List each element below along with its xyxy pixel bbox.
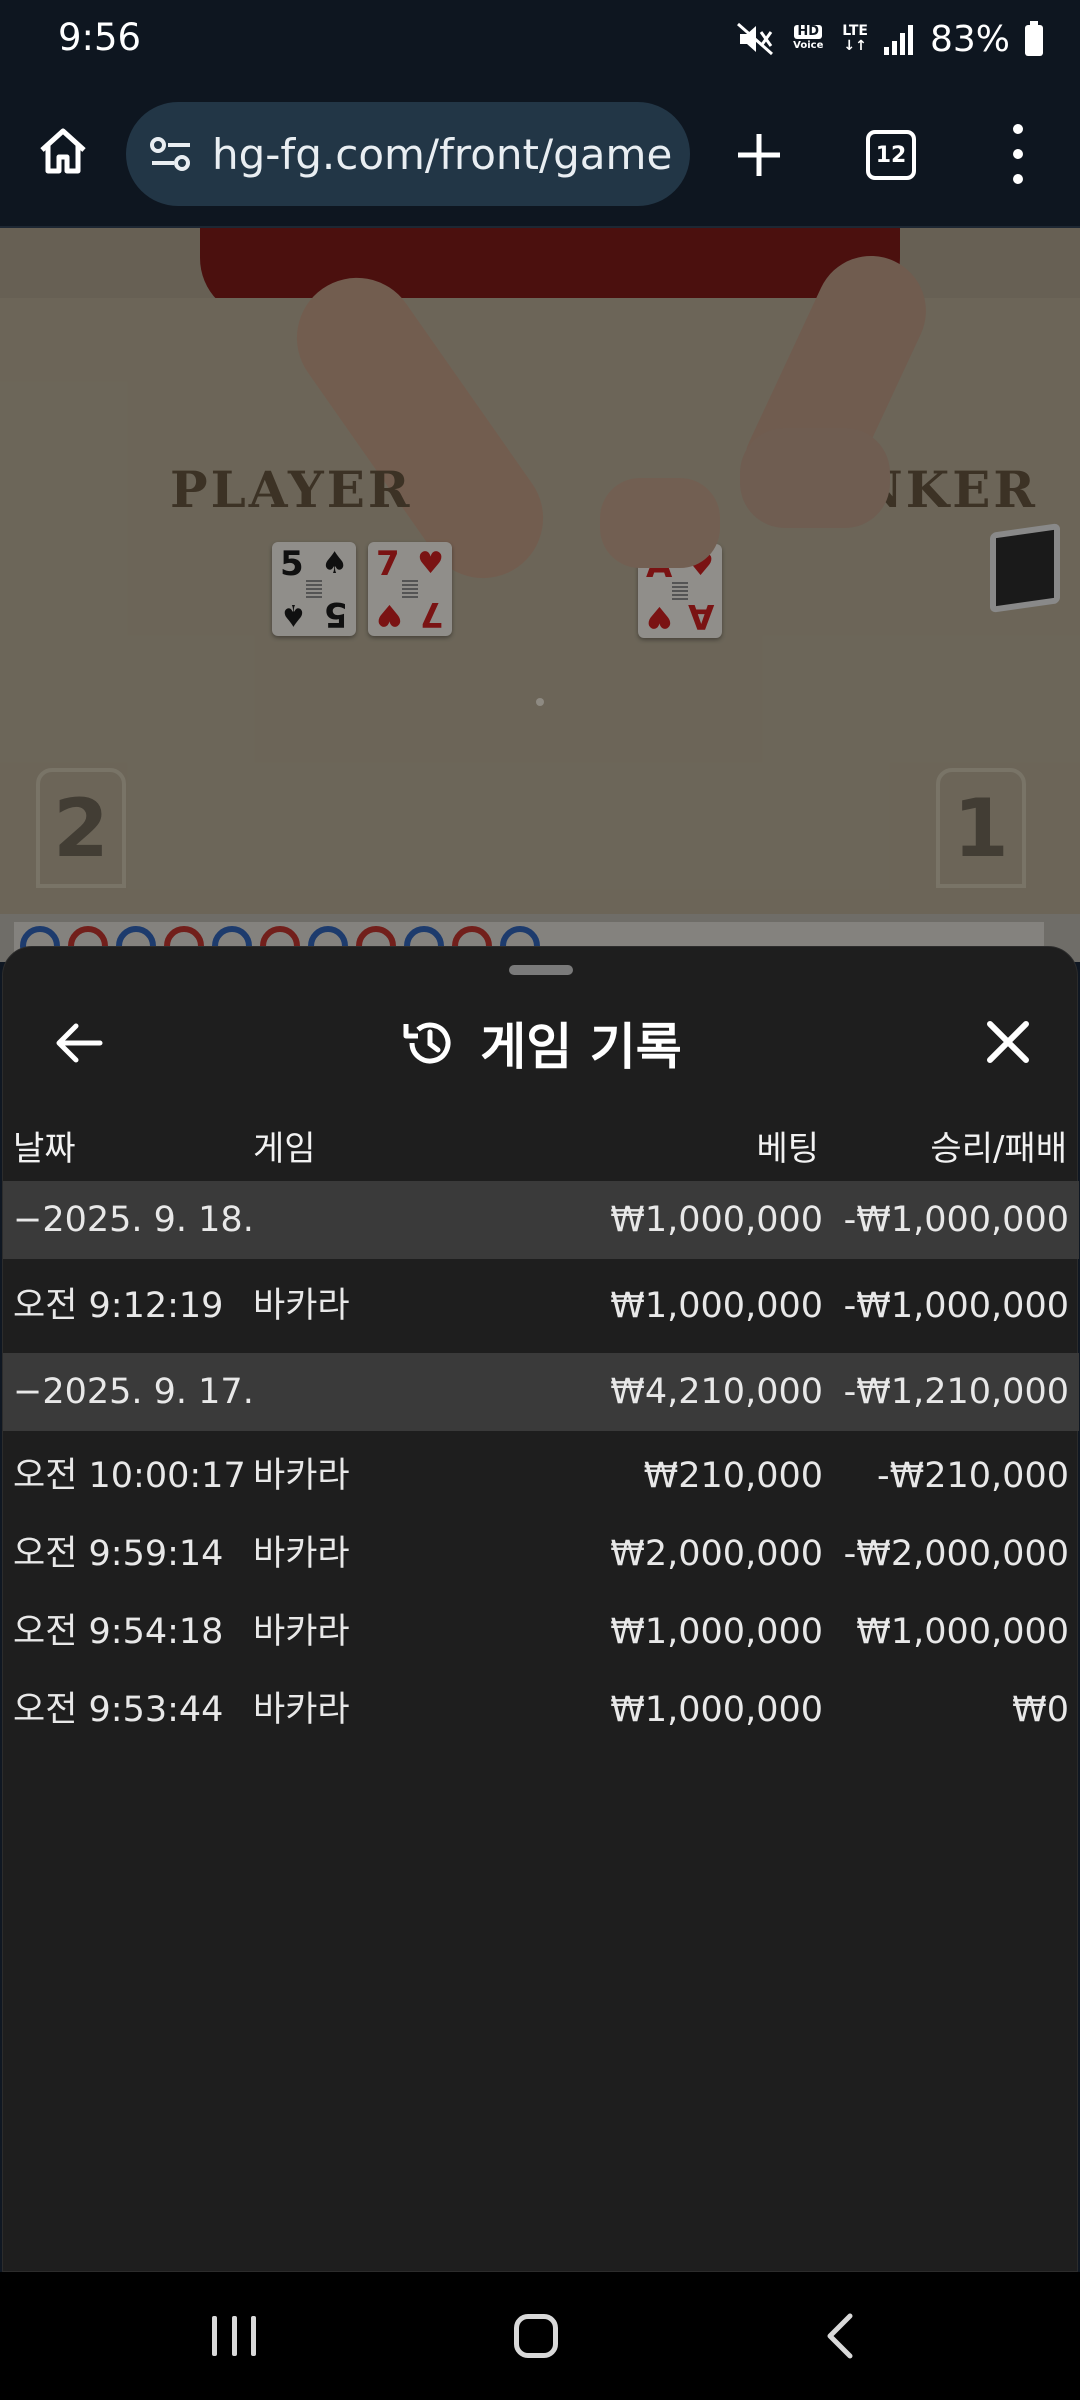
sheet-title: 게임 기록: [480, 1018, 682, 1076]
more-vert-icon-dot: [1013, 148, 1023, 159]
row-date: 오전 9:54:18: [13, 1612, 224, 1652]
more-vert-icon-dot: [1013, 123, 1023, 134]
mute-icon: [736, 22, 774, 56]
row-bet: ₩1,000,000: [610, 1200, 823, 1240]
address-bar[interactable]: hg-fg.com/front/game: [126, 102, 690, 206]
status-time: 9:56: [58, 16, 142, 59]
recents-button[interactable]: [212, 2316, 256, 2356]
column-header-date[interactable]: 날짜: [13, 1121, 76, 1170]
nav-back-icon[interactable]: [820, 2312, 860, 2360]
dim-overlay[interactable]: [0, 228, 1080, 962]
lte-icon: LTE ↓↑: [842, 24, 868, 54]
more-vert-icon-dot: [1013, 174, 1023, 185]
row-game: 바카라: [253, 1286, 350, 1326]
system-nav-bar: [0, 2272, 1080, 2400]
recents-icon-bar: [251, 2316, 256, 2356]
tab-switcher-button[interactable]: 12: [866, 130, 916, 180]
row-bet: ₩210,000: [643, 1456, 823, 1496]
close-icon: [987, 1021, 1029, 1063]
date-group-row[interactable]: −2025. 9. 17. ₩4,210,000 -₩1,210,000: [3, 1353, 1079, 1431]
row-bet: ₩1,000,000: [610, 1286, 823, 1326]
row-result: ₩1,000,000: [856, 1612, 1069, 1652]
row-game: 바카라: [253, 1534, 350, 1574]
home-button[interactable]: [30, 118, 96, 184]
game-history-sheet: 게임 기록 날짜 게임 베팅 승리/패배 −2025. 9. 18. ₩1,00…: [2, 946, 1079, 2272]
voice-label: Voice: [793, 40, 824, 51]
history-icon: [403, 1022, 451, 1064]
hd-label: HD: [794, 25, 823, 39]
history-row[interactable]: 오전 9:12:19 바카라 ₩1,000,000 -₩1,000,000: [3, 1267, 1079, 1345]
row-date: 오전 9:53:44: [13, 1690, 224, 1730]
row-date: 오전 9:59:14: [13, 1534, 224, 1574]
status-bar: 9:56 HD Voice LTE ↓↑ 83%: [0, 0, 1080, 80]
history-row[interactable]: 오전 9:53:44 바카라 ₩1,000,000 ₩0: [3, 1671, 1079, 1749]
row-result: -₩2,000,000: [843, 1534, 1069, 1574]
hd-voice-icon: HD Voice: [788, 22, 828, 56]
row-result: -₩210,000: [877, 1456, 1069, 1496]
signal-icon: [882, 23, 916, 55]
browser-toolbar: hg-fg.com/front/game 12: [0, 80, 1080, 228]
column-header-result[interactable]: 승리/패배: [930, 1121, 1067, 1170]
lte-arrows-icon: ↓↑: [843, 38, 867, 54]
row-game: 바카라: [253, 1456, 350, 1496]
sheet-header: 게임 기록: [3, 1003, 1079, 1083]
history-row[interactable]: 오전 10:00:17 바카라 ₩210,000 -₩210,000: [3, 1437, 1079, 1515]
site-settings-icon[interactable]: [148, 131, 194, 177]
row-date: 오전 9:12:19: [13, 1286, 224, 1326]
lte-label: LTE: [842, 23, 868, 39]
row-bet: ₩1,000,000: [610, 1612, 823, 1652]
row-date: −2025. 9. 17.: [13, 1372, 254, 1412]
row-result: -₩1,000,000: [843, 1286, 1069, 1326]
plus-icon: [738, 134, 780, 176]
row-date: −2025. 9. 18.: [13, 1200, 254, 1240]
column-header-game[interactable]: 게임: [253, 1121, 316, 1170]
battery-percent: 83%: [929, 18, 1010, 60]
home-icon: [40, 128, 86, 174]
row-date: 오전 10:00:17: [13, 1456, 246, 1496]
nav-home-button[interactable]: [514, 2314, 558, 2358]
new-tab-button[interactable]: [724, 120, 794, 190]
row-result: ₩0: [1012, 1690, 1069, 1730]
row-bet: ₩2,000,000: [610, 1534, 823, 1574]
battery-icon: [1024, 21, 1044, 57]
status-icons: HD Voice LTE ↓↑ 83%: [736, 14, 1044, 64]
column-header-bet[interactable]: 베팅: [756, 1121, 819, 1170]
row-game: 바카라: [253, 1612, 350, 1652]
close-button[interactable]: [973, 1007, 1043, 1077]
drag-handle[interactable]: [509, 965, 573, 975]
url-text[interactable]: hg-fg.com/front/game: [212, 130, 672, 179]
row-game: 바카라: [253, 1690, 350, 1730]
date-group-row[interactable]: −2025. 9. 18. ₩1,000,000 -₩1,000,000: [3, 1181, 1079, 1259]
recents-icon-bar: [231, 2316, 237, 2356]
history-row[interactable]: 오전 9:54:18 바카라 ₩1,000,000 ₩1,000,000: [3, 1593, 1079, 1671]
more-menu-button[interactable]: [1000, 116, 1036, 192]
row-result: -₩1,210,000: [843, 1372, 1069, 1412]
row-result: -₩1,000,000: [843, 1200, 1069, 1240]
history-row[interactable]: 오전 9:59:14 바카라 ₩2,000,000 -₩2,000,000: [3, 1515, 1079, 1593]
tab-count: 12: [875, 142, 907, 168]
row-bet: ₩1,000,000: [610, 1690, 823, 1730]
recents-icon-bar: [212, 2316, 217, 2356]
row-bet: ₩4,210,000: [610, 1372, 823, 1412]
